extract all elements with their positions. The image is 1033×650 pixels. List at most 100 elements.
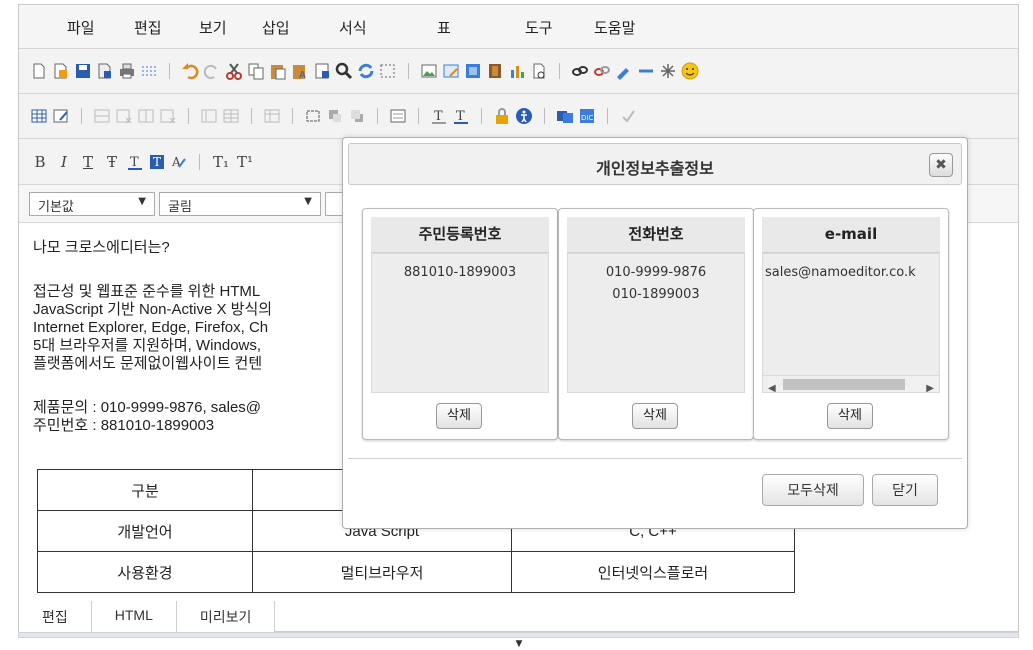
menu-table[interactable]: 표: [437, 17, 451, 38]
menu-tools[interactable]: 도구: [525, 17, 553, 38]
table-properties-icon[interactable]: [51, 106, 71, 126]
font-family-select[interactable]: 굴림 ▼: [159, 192, 321, 216]
email-list: sales@namoeditor.co.k ◀ ▶: [762, 253, 940, 393]
undo-icon[interactable]: [180, 61, 200, 81]
lock-icon[interactable]: [492, 106, 512, 126]
tab-html[interactable]: HTML: [91, 601, 177, 632]
content-line: 플랫폼에서도 문제없이웹사이트 컨텐: [33, 355, 263, 372]
font-color-icon[interactable]: T: [125, 152, 145, 172]
layer-icon[interactable]: [303, 106, 323, 126]
select-all-icon[interactable]: [378, 61, 398, 81]
replace-icon[interactable]: [356, 61, 376, 81]
toolbar-separator: [377, 108, 378, 124]
menu-view[interactable]: 보기: [199, 17, 227, 38]
close-icon[interactable]: ✖: [929, 153, 953, 177]
insert-column-icon[interactable]: [136, 106, 156, 126]
toolbar-separator: [169, 63, 170, 79]
superscript-button[interactable]: T¹: [234, 153, 256, 171]
delete-resident-number-button[interactable]: 삭제: [436, 403, 482, 429]
delete-row-icon[interactable]: [114, 106, 134, 126]
chart-icon[interactable]: [507, 61, 527, 81]
menu-insert[interactable]: 삽입: [262, 17, 290, 38]
tab-preview[interactable]: 미리보기: [176, 601, 276, 632]
menu-format[interactable]: 서식: [339, 17, 367, 38]
scroll-left-icon[interactable]: ◀: [768, 378, 776, 392]
page-break-icon[interactable]: [139, 61, 159, 81]
menu-file[interactable]: 파일: [67, 17, 95, 38]
media-icon[interactable]: [485, 61, 505, 81]
translate-icon[interactable]: [555, 106, 575, 126]
text-direction-icon[interactable]: T: [429, 106, 449, 126]
merge-cells-icon[interactable]: [199, 106, 219, 126]
resident-number-panel: 주민등록번호 881010-1899003 삭제: [362, 208, 558, 440]
underline-button[interactable]: T: [77, 153, 99, 171]
image-edit-icon[interactable]: [441, 61, 461, 81]
special-char-icon[interactable]: [658, 61, 678, 81]
highlighter-icon[interactable]: [614, 61, 634, 81]
delete-email-button[interactable]: 삭제: [827, 403, 873, 429]
clear-format-icon[interactable]: A: [169, 152, 189, 172]
scroll-thumb[interactable]: [783, 379, 905, 390]
delete-all-button[interactable]: 모두삭제: [762, 474, 864, 506]
subscript-button[interactable]: T₁: [210, 153, 232, 171]
dialog-divider: [348, 458, 962, 459]
paragraph-style-select[interactable]: 기본값 ▼: [29, 192, 155, 216]
insert-table-icon[interactable]: [29, 106, 49, 126]
italic-button[interactable]: I: [53, 153, 75, 171]
save-as-icon[interactable]: [95, 61, 115, 81]
horizontal-line-icon[interactable]: [636, 61, 656, 81]
list-item[interactable]: 881010-1899003: [372, 262, 548, 284]
editor-resize-bar: [18, 632, 1019, 638]
paste-word-icon[interactable]: [312, 61, 332, 81]
menu-help[interactable]: 도움말: [594, 17, 635, 38]
email-panel: e-mail sales@namoeditor.co.k ◀ ▶ 삭제: [753, 208, 949, 440]
toolbar-separator: [292, 108, 293, 124]
file-link-icon[interactable]: [529, 61, 549, 81]
delete-column-icon[interactable]: [158, 106, 178, 126]
list-item[interactable]: 010-9999-9876: [568, 262, 744, 284]
spellcheck-icon[interactable]: [618, 106, 638, 126]
scroll-right-icon[interactable]: ▶: [926, 378, 934, 392]
emoticon-icon[interactable]: [680, 61, 700, 81]
new-document-icon[interactable]: [29, 61, 49, 81]
horizontal-scrollbar[interactable]: ◀ ▶: [763, 375, 939, 392]
close-button[interactable]: 닫기: [872, 474, 938, 506]
split-cells-icon[interactable]: [221, 106, 241, 126]
open-template-icon[interactable]: [51, 61, 71, 81]
dictionary-icon[interactable]: DIC: [577, 106, 597, 126]
image-icon[interactable]: [419, 61, 439, 81]
layer-back-icon[interactable]: [347, 106, 367, 126]
cell-properties-icon[interactable]: [262, 106, 282, 126]
search-icon[interactable]: [334, 61, 354, 81]
background-color-icon[interactable]: T: [147, 152, 167, 172]
resize-handle-icon[interactable]: ▼: [505, 640, 533, 650]
strikethrough-button[interactable]: Ŧ: [101, 153, 123, 171]
cut-icon[interactable]: [224, 61, 244, 81]
hyperlink-icon[interactable]: [570, 61, 590, 81]
layer-front-icon[interactable]: [325, 106, 345, 126]
copy-icon[interactable]: [246, 61, 266, 81]
redo-icon[interactable]: [202, 61, 222, 81]
delete-phone-number-button[interactable]: 삭제: [632, 403, 678, 429]
phone-number-panel: 전화번호 010-9999-9876 010-1899003 삭제: [558, 208, 754, 440]
text-format-icon[interactable]: T: [451, 106, 471, 126]
form-icon[interactable]: [388, 106, 408, 126]
toolbar-separator: [544, 108, 545, 124]
tab-edit[interactable]: 편집: [19, 601, 92, 632]
paste-text-icon[interactable]: A: [290, 61, 310, 81]
background-image-icon[interactable]: [463, 61, 483, 81]
unlink-icon[interactable]: [592, 61, 612, 81]
menu-edit[interactable]: 편집: [134, 17, 162, 38]
toolbar-separator: [251, 108, 252, 124]
list-item[interactable]: 010-1899003: [568, 284, 744, 306]
bold-button[interactable]: B: [29, 153, 51, 171]
content-line: Internet Explorer, Edge, Firefox, Ch: [33, 319, 269, 336]
accessibility-icon[interactable]: [514, 106, 534, 126]
insert-row-icon[interactable]: [92, 106, 112, 126]
list-item[interactable]: sales@namoeditor.co.k: [765, 262, 939, 284]
column-header: 전화번호: [567, 217, 745, 253]
print-icon[interactable]: [117, 61, 137, 81]
save-icon[interactable]: [73, 61, 93, 81]
paste-icon[interactable]: [268, 61, 288, 81]
phone-number-list: 010-9999-9876 010-1899003: [567, 253, 745, 393]
